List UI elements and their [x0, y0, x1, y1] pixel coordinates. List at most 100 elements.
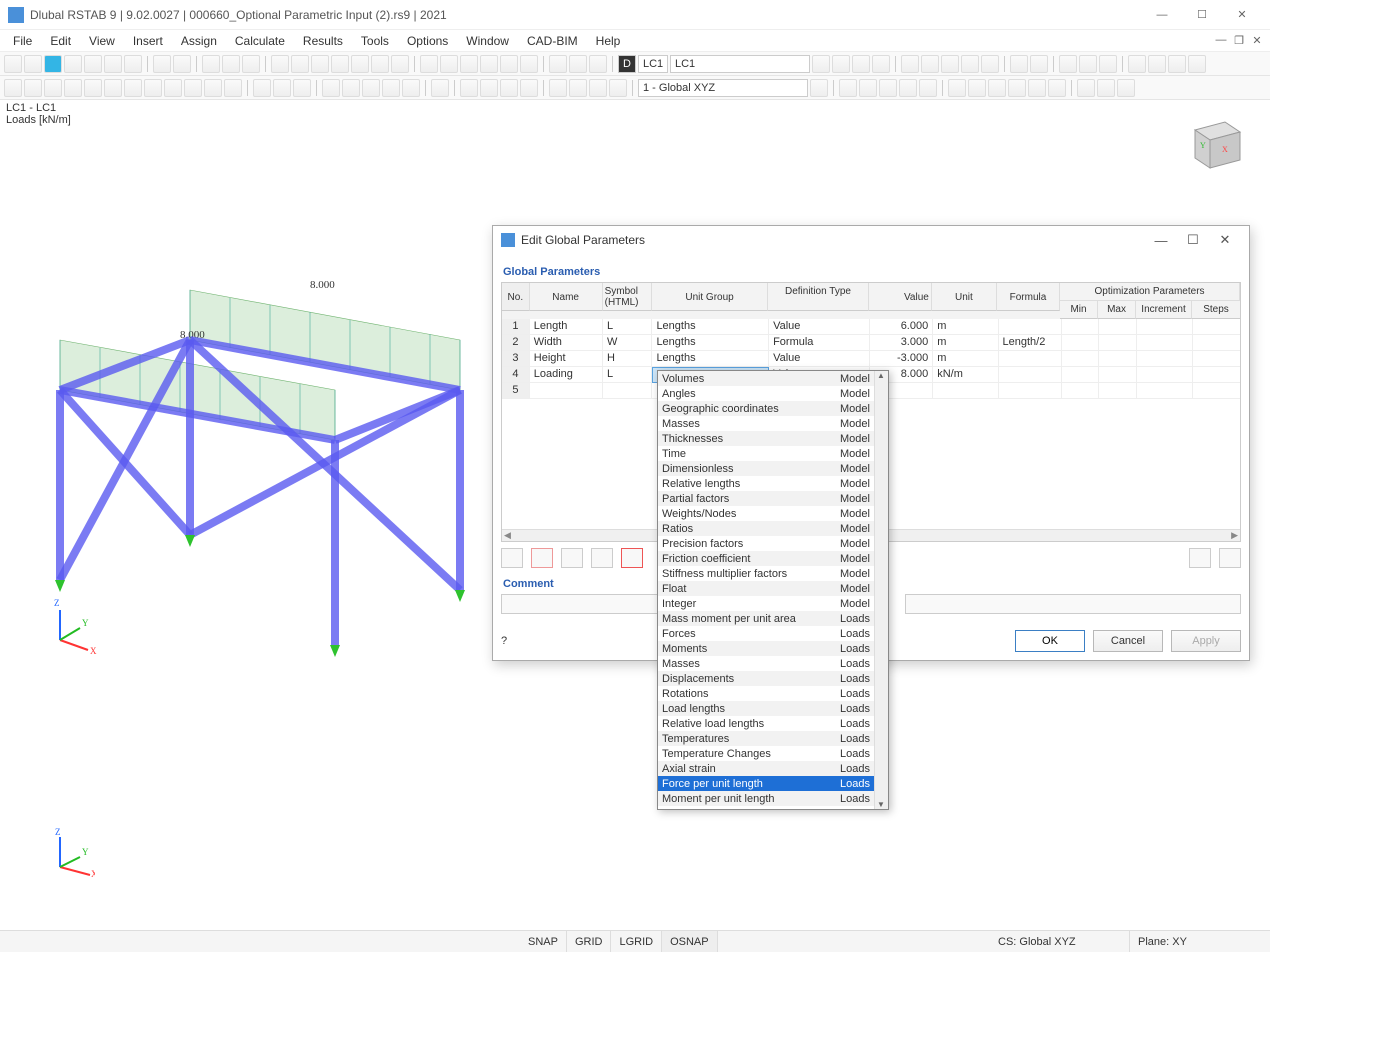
col-def-type[interactable]: Definition Type [768, 283, 869, 311]
col-value[interactable]: Value [869, 283, 932, 311]
col-inc[interactable]: Increment [1136, 301, 1192, 319]
import-button[interactable] [1219, 548, 1241, 568]
dropdown-item[interactable]: Relative load lengthsLoads [658, 716, 888, 731]
help-button[interactable]: ? [501, 635, 525, 647]
comment-secondary[interactable] [905, 594, 1241, 614]
close-button[interactable]: ✕ [1222, 1, 1262, 29]
tb-r5[interactable] [941, 55, 959, 73]
t2-30[interactable] [810, 79, 828, 97]
col-min[interactable]: Min [1060, 301, 1098, 319]
dropdown-item[interactable]: Precision factorsModel [658, 536, 888, 551]
tb-undo[interactable] [153, 55, 171, 73]
table-row[interactable]: 3 Height H Lengths Value -3.000 m [502, 351, 1240, 367]
dialog-min-button[interactable]: — [1145, 233, 1177, 248]
tb-b2[interactable] [222, 55, 240, 73]
tb-r1[interactable] [852, 55, 870, 73]
menu-edit[interactable]: Edit [41, 32, 80, 50]
t2-39[interactable] [1008, 79, 1026, 97]
dropdown-item[interactable]: IntegerModel [658, 596, 888, 611]
t2-40[interactable] [1028, 79, 1046, 97]
export-button[interactable] [1189, 548, 1211, 568]
t2-31[interactable] [839, 79, 857, 97]
t2-4[interactable] [64, 79, 82, 97]
dropdown-item[interactable]: TemperaturesLoads [658, 731, 888, 746]
dropdown-item[interactable]: RotationsLoads [658, 686, 888, 701]
dialog-close-button[interactable]: ✕ [1209, 232, 1241, 248]
menu-file[interactable]: File [4, 32, 41, 50]
col-no[interactable]: No. [502, 283, 530, 311]
t2-44[interactable] [1117, 79, 1135, 97]
dialog-titlebar[interactable]: Edit Global Parameters — ☐ ✕ [493, 226, 1249, 254]
move-right-button[interactable] [591, 548, 613, 568]
t2-25[interactable] [520, 79, 538, 97]
tb-saveas[interactable] [104, 55, 122, 73]
tb-b6[interactable] [311, 55, 329, 73]
dropdown-item[interactable]: Load lengthsLoads [658, 701, 888, 716]
col-symbol[interactable]: Symbol (HTML) [603, 283, 652, 311]
tb-r9[interactable] [1030, 55, 1048, 73]
tb-r11[interactable] [1079, 55, 1097, 73]
t2-43[interactable] [1097, 79, 1115, 97]
col-unit[interactable]: Unit [932, 283, 997, 311]
tb-b4[interactable] [271, 55, 289, 73]
menu-cadbim[interactable]: CAD-BIM [518, 32, 587, 50]
dropdown-item[interactable]: Geographic coordinatesModel [658, 401, 888, 416]
ok-button[interactable]: OK [1015, 630, 1085, 652]
tb-settings[interactable] [64, 55, 82, 73]
t2-11[interactable] [204, 79, 222, 97]
t2-14[interactable] [273, 79, 291, 97]
tb-b12[interactable] [440, 55, 458, 73]
tb-b19[interactable] [589, 55, 607, 73]
t2-28[interactable] [589, 79, 607, 97]
t2-1[interactable] [4, 79, 22, 97]
t2-6[interactable] [104, 79, 122, 97]
t2-21[interactable] [431, 79, 449, 97]
mdi-minimize-icon[interactable]: — [1212, 34, 1230, 47]
tb-b8[interactable] [351, 55, 369, 73]
dropdown-item[interactable]: Moment per unit lengthLoads [658, 791, 888, 806]
t2-3[interactable] [44, 79, 62, 97]
t2-41[interactable] [1048, 79, 1066, 97]
tb-b5[interactable] [291, 55, 309, 73]
nav-cube[interactable]: X Y [1180, 110, 1250, 180]
tb-b3[interactable] [242, 55, 260, 73]
t2-18[interactable] [362, 79, 380, 97]
global-combo[interactable]: 1 - Global XYZ [638, 79, 808, 97]
dropdown-item[interactable]: ThicknessesModel [658, 431, 888, 446]
tb-r16[interactable] [1188, 55, 1206, 73]
tb-nav-next[interactable] [832, 55, 850, 73]
dropdown-item[interactable]: AnglesModel [658, 386, 888, 401]
t2-19[interactable] [382, 79, 400, 97]
tb-r4[interactable] [921, 55, 939, 73]
dropdown-item[interactable]: FloatModel [658, 581, 888, 596]
tb-b10[interactable] [391, 55, 409, 73]
t2-10[interactable] [184, 79, 202, 97]
minimize-button[interactable]: — [1142, 1, 1182, 29]
tb-b11[interactable] [420, 55, 438, 73]
dropdown-item[interactable]: MassesLoads [658, 656, 888, 671]
menu-tools[interactable]: Tools [352, 32, 398, 50]
dropdown-item[interactable]: Temperature ChangesLoads [658, 746, 888, 761]
tb-r12[interactable] [1099, 55, 1117, 73]
dropdown-item[interactable]: Displacement per unit lengthLoads [658, 806, 888, 810]
dropdown-item[interactable]: Force per unit lengthLoads [658, 776, 888, 791]
t2-15[interactable] [293, 79, 311, 97]
delete-row-button[interactable] [531, 548, 553, 568]
tb-print[interactable] [124, 55, 142, 73]
t2-29[interactable] [609, 79, 627, 97]
tb-b15[interactable] [500, 55, 518, 73]
clear-button[interactable] [621, 548, 643, 568]
t2-16[interactable] [322, 79, 340, 97]
menu-help[interactable]: Help [587, 32, 630, 50]
dropdown-item[interactable]: ForcesLoads [658, 626, 888, 641]
apply-button[interactable]: Apply [1171, 630, 1241, 652]
dropdown-item[interactable]: Axial strainLoads [658, 761, 888, 776]
tb-b18[interactable] [569, 55, 587, 73]
move-left-button[interactable] [561, 548, 583, 568]
dropdown-item[interactable]: TimeModel [658, 446, 888, 461]
menu-options[interactable]: Options [398, 32, 457, 50]
col-opt[interactable]: Optimization Parameters [1060, 283, 1240, 301]
tb-r14[interactable] [1148, 55, 1166, 73]
table-row[interactable]: 1 Length L Lengths Value 6.000 m [502, 319, 1240, 335]
dropdown-item[interactable]: RatiosModel [658, 521, 888, 536]
